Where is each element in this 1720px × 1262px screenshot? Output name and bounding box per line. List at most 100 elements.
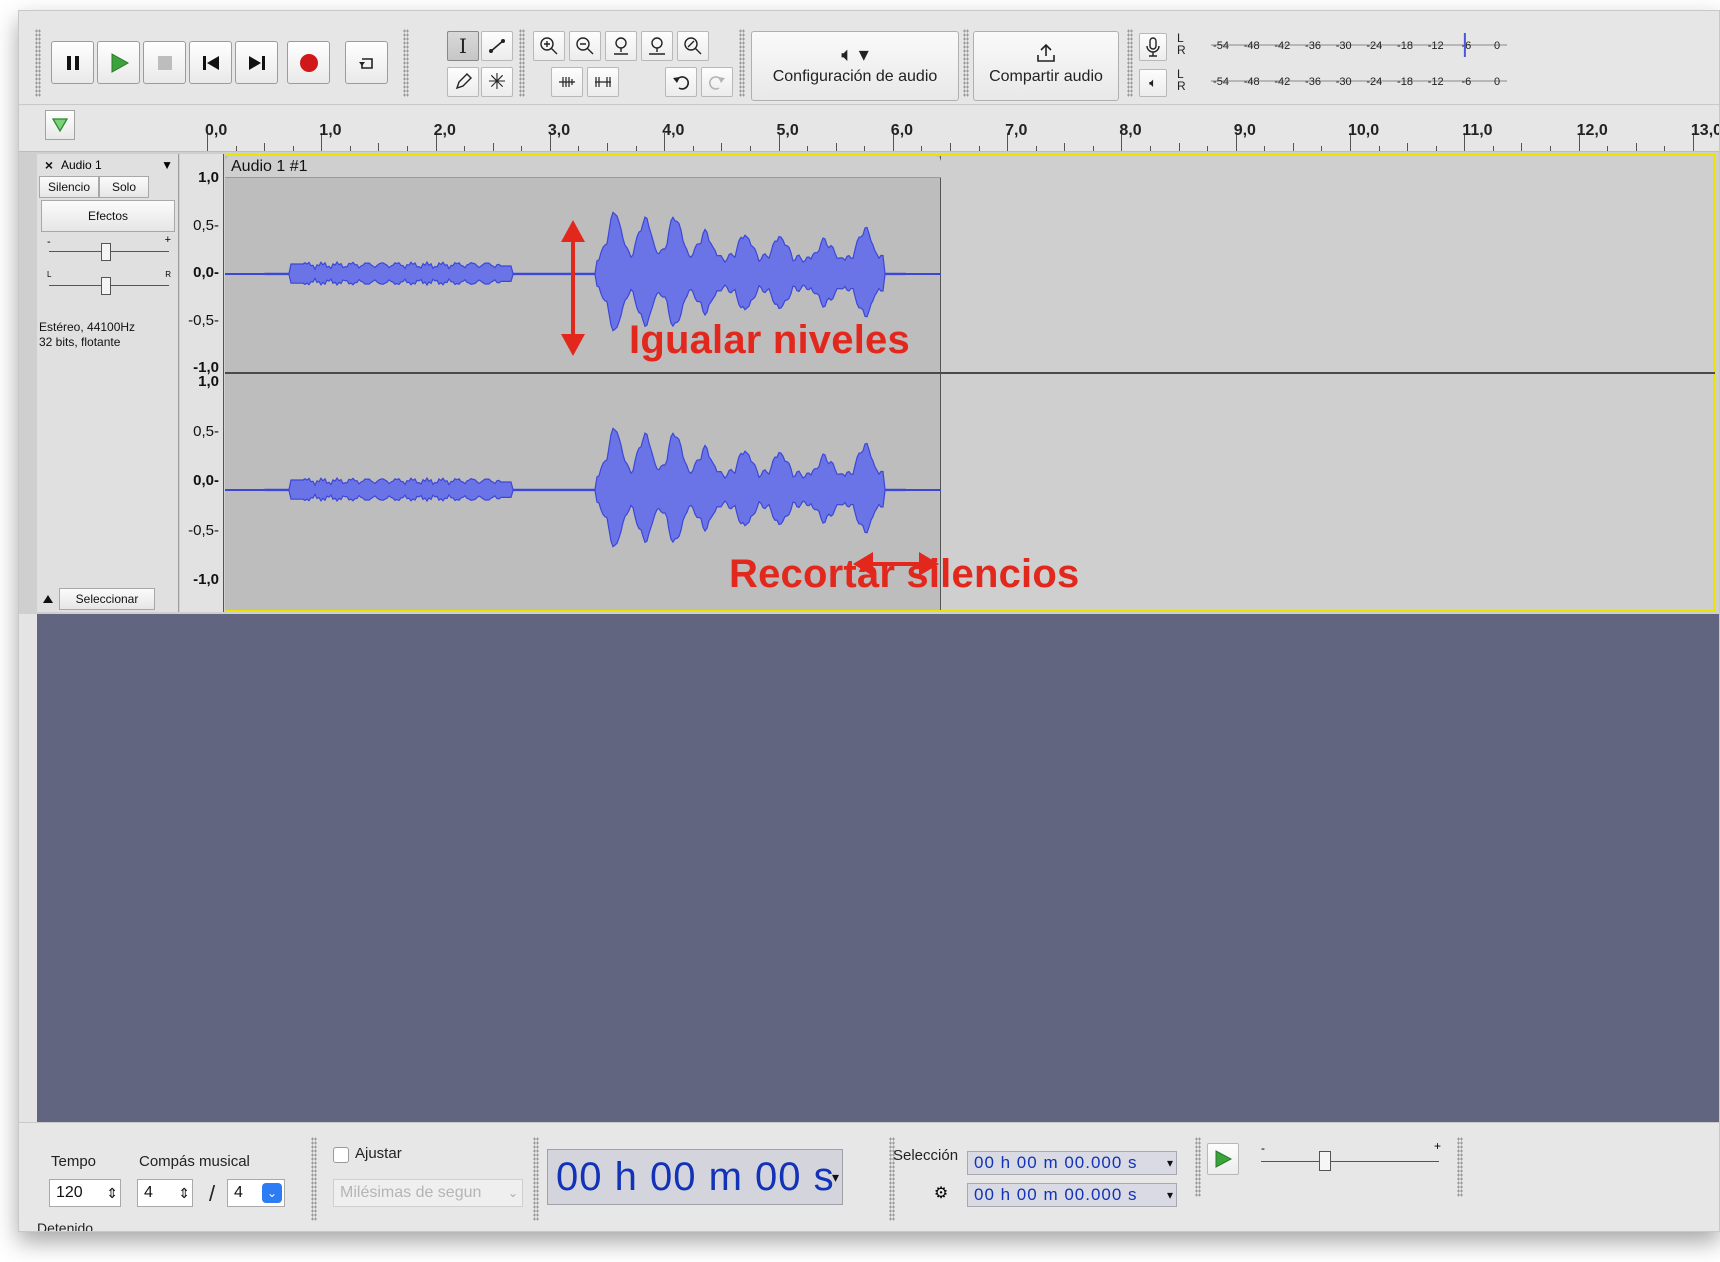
effects-button[interactable]: Efectos: [41, 200, 175, 232]
silence-icon: [595, 77, 611, 87]
ruler-minor-tick: [949, 143, 951, 151]
status-bar-text: Detenido: [37, 1220, 94, 1232]
share-audio-button[interactable]: Compartir audio: [973, 31, 1119, 101]
meter-tick-label: -12: [1428, 76, 1444, 88]
waveform-area[interactable]: Audio 1 #1 Igualar niveles Recortar sile…: [225, 154, 1715, 612]
tempo-input[interactable]: 120 ⇕: [49, 1179, 121, 1207]
meter-level-cursor[interactable]: [1463, 33, 1466, 57]
undo-button[interactable]: [665, 67, 697, 97]
ruler-label: 3,0: [547, 122, 571, 139]
amplitude-label: 1,0: [198, 169, 219, 186]
time-signature-numerator[interactable]: 4 ⇕: [137, 1179, 193, 1207]
audio-setup-button[interactable]: 🔈︎ ▾ Configuración de audio: [751, 31, 959, 101]
time-display[interactable]: 00 h 00 m 00 s ▾: [547, 1149, 843, 1205]
selection-label: Selección: [893, 1147, 959, 1164]
track-name-menu[interactable]: Audio 1 ▼: [61, 156, 177, 174]
loop-icon: [358, 57, 373, 69]
zoom-out-button[interactable]: [569, 31, 601, 61]
play-at-speed-button[interactable]: [1207, 1143, 1239, 1175]
gain-slider-thumb[interactable]: [101, 243, 111, 261]
selection-start-time[interactable]: 00 h 00 m 00.000 s ▾: [967, 1151, 1177, 1175]
record-meter[interactable]: L R -54 -48 -42 -36 -30 -24 -18 -12 -6 0: [1177, 31, 1517, 57]
chevron-down-icon: ⌄: [507, 1186, 518, 1200]
stop-button[interactable]: [143, 41, 186, 84]
meter-tick-label: -54: [1213, 40, 1229, 52]
envelope-tool[interactable]: [481, 31, 513, 61]
toolbar-grip[interactable]: [963, 29, 969, 97]
ruler-label: 1,0: [319, 122, 342, 139]
meter-tick-label: -18: [1397, 40, 1413, 52]
close-track-button[interactable]: ×: [39, 156, 59, 174]
ruler-minor-tick: [1521, 143, 1523, 151]
ruler-minor-tick: [835, 143, 837, 151]
snap-checkbox[interactable]: [333, 1147, 349, 1163]
playback-speed-slider[interactable]: - +: [1247, 1139, 1447, 1175]
draw-tool[interactable]: [447, 67, 479, 97]
play-meter-scale: -54 -48 -42 -36 -30 -24 -18 -12 -6 0: [1211, 76, 1507, 88]
trim-outside-button[interactable]: [551, 67, 583, 97]
toolbar-grip[interactable]: [1127, 29, 1133, 97]
empty-track-area[interactable]: [37, 614, 1719, 1122]
ruler-minor-tick: [521, 146, 523, 151]
stepper-icon: ⇕: [178, 1185, 190, 1201]
amplitude-label: -0,5-: [188, 521, 219, 539]
record-button[interactable]: [287, 41, 330, 84]
skip-start-icon: [202, 55, 219, 70]
time-signature-denominator[interactable]: 4 ⌄: [227, 1179, 285, 1207]
ibeam-icon: I: [459, 34, 467, 58]
ruler-minor-tick: [721, 143, 723, 151]
toolbar-grip[interactable]: [35, 29, 41, 97]
redo-button[interactable]: [701, 67, 733, 97]
toolbar-grip[interactable]: [533, 1137, 539, 1221]
zoom-in-button[interactable]: [533, 31, 565, 61]
toolbar-grip[interactable]: [311, 1137, 317, 1221]
play-button[interactable]: [97, 41, 140, 84]
amplitude-ruler[interactable]: 1,0 0,5- 0,0- -0,5- -1,0 1,0 0,5- 0,0- -0,5- -1,…: [180, 154, 224, 612]
ruler-minor-tick: [921, 146, 923, 151]
ruler-label: 8,0: [1119, 122, 1142, 139]
play-meter-button[interactable]: 🔈︎: [1139, 69, 1167, 97]
meter-tick-label: -18: [1397, 76, 1413, 88]
play-meter[interactable]: L R -54 -48 -42 -36 -30 -24 -18 -12 -6 0: [1177, 67, 1517, 93]
speed-slider-thumb[interactable]: [1319, 1151, 1331, 1171]
selection-tool[interactable]: I: [447, 31, 479, 61]
record-meter-button[interactable]: [1139, 33, 1167, 61]
select-track-button[interactable]: Seleccionar: [59, 588, 155, 610]
toolbar-grip[interactable]: [1457, 1137, 1463, 1197]
timeline-options-button[interactable]: [45, 110, 75, 140]
toolbar-grip[interactable]: [1195, 1137, 1201, 1197]
mute-label: Silencio: [47, 180, 91, 194]
loop-button[interactable]: [345, 41, 388, 84]
snap-unit-select[interactable]: Milésimas de segun ⌄: [333, 1179, 523, 1207]
ruler-label: 10,0: [1348, 122, 1380, 139]
multi-tool[interactable]: ✳: [481, 67, 513, 97]
fit-project-button[interactable]: [641, 31, 673, 61]
timeline-ruler[interactable]: 0,0 1,0 2,0 3,0 4,0 5,0 6,0 7,0 8,0 9,0 10,0 11,0 12…: [19, 106, 1719, 152]
selection-end-time[interactable]: 00 h 00 m 00.000 s ▾: [967, 1183, 1177, 1207]
pan-slider-thumb[interactable]: [101, 277, 111, 295]
zoom-toggle-button[interactable]: [677, 31, 709, 61]
skip-to-start-button[interactable]: [189, 41, 232, 84]
stop-icon: [157, 55, 172, 70]
effects-label: Efectos: [87, 209, 129, 223]
solo-button[interactable]: Solo: [99, 176, 149, 198]
pan-slider[interactable]: L R: [45, 270, 173, 295]
selection-settings-button[interactable]: ⚙: [929, 1183, 953, 1207]
collapse-track-button[interactable]: [39, 590, 57, 608]
fit-selection-button[interactable]: [605, 31, 637, 61]
ruler-label: 4,0: [662, 122, 685, 139]
mute-button[interactable]: Silencio: [39, 176, 99, 198]
pan-left-label: L: [47, 270, 52, 279]
snap-unit-value: Milésimas de segun: [340, 1184, 482, 1201]
pause-button[interactable]: [51, 41, 94, 84]
meter-tick-label: -12: [1428, 40, 1444, 52]
silence-selection-button[interactable]: [587, 67, 619, 97]
annotation-silence-text: Recortar silencios: [729, 552, 1080, 596]
toolbar-grip[interactable]: [519, 29, 525, 97]
gain-slider[interactable]: - +: [45, 234, 173, 261]
ruler-minor-tick: [607, 143, 609, 151]
toolbar-grip[interactable]: [403, 29, 409, 97]
gear-icon: ⚙: [933, 1185, 949, 1202]
skip-to-end-button[interactable]: [235, 41, 278, 84]
toolbar-grip[interactable]: [739, 29, 745, 97]
